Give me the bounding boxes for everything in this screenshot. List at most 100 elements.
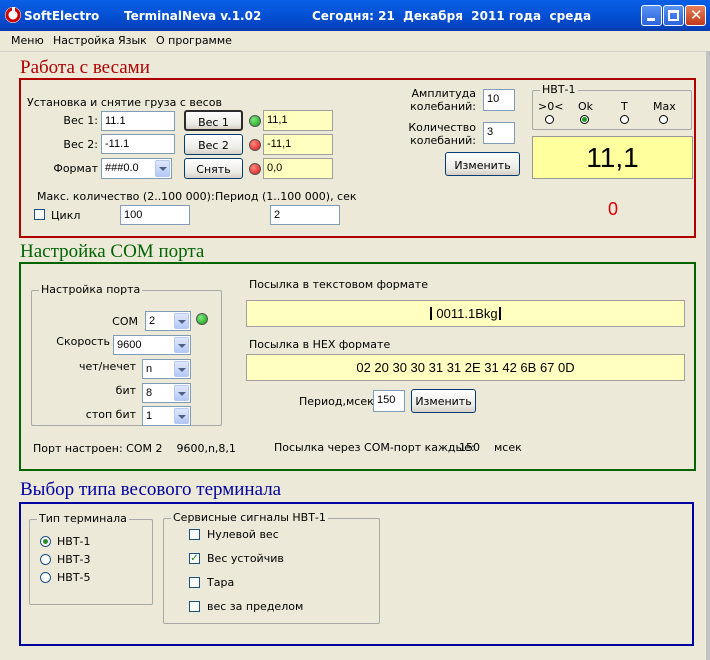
text-packet-display: 0011.1Bkg <box>246 300 685 327</box>
title-bar: SoftElectro TerminalNeva v.1.02 Сегодня:… <box>0 0 710 31</box>
weight2-button[interactable]: Вес 2 <box>184 134 243 155</box>
period-sec-input[interactable]: 2 <box>270 205 340 225</box>
maximize-icon <box>668 10 679 21</box>
indicator-ok-led <box>580 115 589 124</box>
cycle-counter: 0 <box>607 199 618 219</box>
chevron-down-icon[interactable] <box>174 385 189 401</box>
weight2-label: Вес 2: <box>63 138 98 151</box>
signal-tare-checkbox[interactable] <box>189 577 200 588</box>
chevron-down-icon[interactable] <box>174 408 189 424</box>
signal-zero-weight-checkbox[interactable] <box>189 529 200 540</box>
app-brand: SoftElectro <box>24 9 100 23</box>
send-every-text: Посылка через COM-порт каждые: <box>274 441 475 454</box>
terminal-hbt3-label: НВТ-3 <box>57 553 91 566</box>
port-status-text: Порт настроен: COM 2 9600,n,8,1 <box>33 442 236 455</box>
terminal-hbt3-radio[interactable] <box>40 554 51 565</box>
hex-packet-label: Посылка в HEX формате <box>249 338 391 351</box>
signal-overload-label: вес за пределом <box>207 600 304 613</box>
send-every-value: 150 <box>459 441 480 454</box>
max-count-label: Макс. количество (2..100 000): <box>37 190 215 203</box>
cycle-checkbox[interactable] <box>34 209 45 220</box>
chevron-down-icon[interactable] <box>155 160 170 177</box>
bits-select[interactable]: 8 <box>142 383 191 403</box>
parity-value: n <box>146 363 153 375</box>
terminal-hbt1-label: НВТ-1 <box>57 535 91 548</box>
menu-item-about[interactable]: О программе <box>156 34 232 47</box>
amplitude-input[interactable]: 10 <box>483 89 515 111</box>
hex-packet-display: 02 20 30 30 31 31 2E 31 42 6B 67 0D <box>246 354 685 381</box>
terminal-hbt5-radio[interactable] <box>40 572 51 583</box>
date-text: Сегодня: 21 Декабря 2011 года среда <box>312 9 592 23</box>
count-label-1: Количество <box>408 121 476 134</box>
amplitude-label-2: колебаний: <box>410 100 476 113</box>
terminal-hbt1-radio[interactable] <box>40 536 51 547</box>
weight1-button[interactable]: Вес 1 <box>184 110 243 131</box>
speed-select[interactable]: 9600 <box>113 335 191 355</box>
indicator-max-label: Max <box>653 100 676 113</box>
maximize-button[interactable] <box>663 5 684 26</box>
menu-bar: Меню Настройка Язык О программе <box>0 31 710 52</box>
minimize-button[interactable] <box>641 5 662 26</box>
menu-item-menu[interactable]: Меню <box>11 34 44 47</box>
app-logo-icon <box>5 7 21 23</box>
speed-label: Скорость <box>56 335 110 348</box>
send-period-label: Период,мсек: <box>299 395 378 408</box>
close-button[interactable]: ✕ <box>685 5 706 26</box>
terminal-hbt5-label: НВТ-5 <box>57 571 91 584</box>
send-period-change-button[interactable]: Изменить <box>411 389 476 413</box>
count-input[interactable]: 3 <box>483 122 515 144</box>
speed-value: 9600 <box>117 339 142 351</box>
port-settings-group: Настройка порта <box>31 283 222 426</box>
signal-stable-checkbox[interactable]: ✓ <box>189 553 200 564</box>
com-port-status-led <box>196 313 208 325</box>
parity-select[interactable]: n <box>142 359 191 379</box>
service-signals-caption: Сервисные сигналы НВТ-1 <box>171 511 328 524</box>
max-count-input[interactable]: 100 <box>120 205 190 225</box>
weight2-status-led <box>249 139 261 151</box>
indicator-zero-led <box>545 115 554 124</box>
cycle-label: Цикл <box>51 209 81 222</box>
menu-item-language[interactable]: Язык <box>118 34 147 47</box>
stop-bits-label: стоп бит <box>85 408 136 421</box>
amplitude-label-1: Амплитуда <box>411 87 476 100</box>
signal-overload-checkbox[interactable] <box>189 601 200 612</box>
com-port-label: COM <box>112 315 138 328</box>
format-select[interactable]: ###0.0 <box>101 158 172 179</box>
weight1-display: 11,1 <box>263 110 333 131</box>
stop-bits-select[interactable]: 1 <box>142 406 191 426</box>
com-port-select[interactable]: 2 <box>145 311 191 331</box>
remove-status-led <box>249 163 261 175</box>
terminal-type-caption: Тип терминала <box>37 512 129 525</box>
format-label: Формат <box>53 162 98 175</box>
window-title: TerminalNeva v.1.02 <box>124 9 262 23</box>
indicator-zero-label: >0< <box>538 100 564 113</box>
weight2-input[interactable]: -11.1 <box>101 134 175 154</box>
weight2-display: -11,1 <box>263 134 333 155</box>
indicator-ok-label: Ok <box>578 100 594 113</box>
load-group-caption: Установка и снятие груза с весов <box>27 96 222 109</box>
text-packet-label: Посылка в текстовом формате <box>249 278 428 291</box>
signal-tare-label: Тара <box>207 576 235 589</box>
signal-stable-label: Вес устойчив <box>207 552 284 565</box>
minimize-icon <box>647 18 655 21</box>
chevron-down-icon[interactable] <box>174 337 189 353</box>
send-period-input[interactable]: 150 <box>373 390 405 412</box>
period-sec-label: Период (1..100 000), сек <box>215 190 357 203</box>
format-value: ###0.0 <box>105 162 139 174</box>
weight1-label: Вес 1: <box>63 114 98 127</box>
hbt-indicator-caption: НВТ-1 <box>540 83 578 96</box>
chevron-down-icon[interactable] <box>174 313 189 329</box>
oscillation-change-button[interactable]: Изменить <box>445 152 520 176</box>
chevron-down-icon[interactable] <box>174 361 189 377</box>
menu-item-settings[interactable]: Настройка <box>53 34 115 47</box>
remove-display: 0,0 <box>263 158 333 179</box>
remove-load-button[interactable]: Снять <box>184 158 243 179</box>
indicator-max-led <box>659 115 668 124</box>
weight1-input[interactable]: 11.1 <box>101 111 175 131</box>
port-settings-caption: Настройка порта <box>39 283 143 296</box>
count-label-2: колебаний: <box>410 134 476 147</box>
terminal-section-title: Выбор типа весового терминала <box>20 479 282 500</box>
bits-label: бит <box>115 384 136 397</box>
indicator-tare-led <box>620 115 629 124</box>
close-icon: ✕ <box>690 6 703 24</box>
